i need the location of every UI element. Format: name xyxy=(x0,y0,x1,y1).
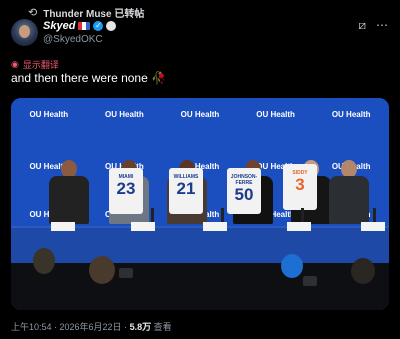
logo-text: OU Health xyxy=(180,110,220,119)
microphone xyxy=(301,208,304,222)
grok-icon[interactable]: ⧄ xyxy=(358,18,366,33)
translate-label: 显示翻译 xyxy=(22,60,59,70)
phone xyxy=(119,268,133,278)
audience-head xyxy=(281,254,303,278)
flag-icon xyxy=(78,22,91,30)
audience xyxy=(11,263,389,310)
camera xyxy=(303,276,317,286)
logo-text: OU Health xyxy=(256,110,295,119)
repost-header[interactable]: ⟲ Thunder Muse 已转帖 xyxy=(28,5,144,20)
jersey-number: 23 xyxy=(116,179,136,198)
jersey: WILLIAMS 21 xyxy=(169,168,203,214)
audience-head xyxy=(33,248,55,274)
jersey-number: 21 xyxy=(176,179,196,198)
translate-link[interactable]: ◉ 显示翻译 xyxy=(11,58,59,71)
logo-text: OU Health xyxy=(105,110,144,119)
view-count: 5.8万 xyxy=(129,322,152,332)
jersey: SIDDY 3 xyxy=(283,164,317,210)
more-icon[interactable]: ⋯ xyxy=(376,18,388,33)
nameplate xyxy=(361,222,385,231)
tweet-meta: 上午10:54 · 2026年6月22日 · 5.8万 查看 xyxy=(11,320,172,333)
jersey-number: 50 xyxy=(234,185,254,204)
microphone xyxy=(151,208,154,222)
team-badge-icon xyxy=(106,21,117,31)
logo-text: OU Health xyxy=(331,110,371,119)
avatar[interactable] xyxy=(11,19,38,46)
repost-label: Thunder Muse 已转帖 xyxy=(43,9,145,20)
nameplate xyxy=(51,222,75,231)
nameplate xyxy=(131,222,155,231)
tweet-timestamp[interactable]: 上午10:54 · 2026年6月22日 · xyxy=(11,322,130,332)
nameplate xyxy=(287,222,311,231)
tweet-body: and then there were none xyxy=(11,71,148,85)
translate-icon: ◉ xyxy=(11,59,19,69)
microphone xyxy=(373,208,376,222)
microphone xyxy=(221,208,224,222)
jersey: JOHNSON-FERRE 50 xyxy=(227,168,261,214)
logo-text: OU Health xyxy=(29,110,69,119)
microphone xyxy=(85,208,88,222)
author-name[interactable]: Skyed xyxy=(43,20,75,32)
jersey: MIAMI 23 xyxy=(109,168,143,214)
rose-emoji: 🥀 xyxy=(151,71,167,85)
tweet-media-photo[interactable]: OU Health OU Health OU Health OU Health … xyxy=(11,98,389,310)
audience-head xyxy=(351,258,375,284)
author-block[interactable]: Skyed ✓ @SkyedOKC xyxy=(43,20,117,45)
nameplate xyxy=(203,222,227,231)
tweet-text: and then there were none 🥀 xyxy=(11,71,166,85)
audience-head xyxy=(89,256,115,284)
author-handle[interactable]: @SkyedOKC xyxy=(43,34,116,45)
views-label: 查看 xyxy=(151,322,172,332)
logo-row: OU Health OU Health OU Health OU Health … xyxy=(11,110,389,119)
jersey-number: 3 xyxy=(295,175,305,194)
tweet-actions: ⧄ ⋯ xyxy=(358,18,388,33)
repost-icon: ⟲ xyxy=(28,7,38,19)
verified-icon: ✓ xyxy=(93,21,104,31)
